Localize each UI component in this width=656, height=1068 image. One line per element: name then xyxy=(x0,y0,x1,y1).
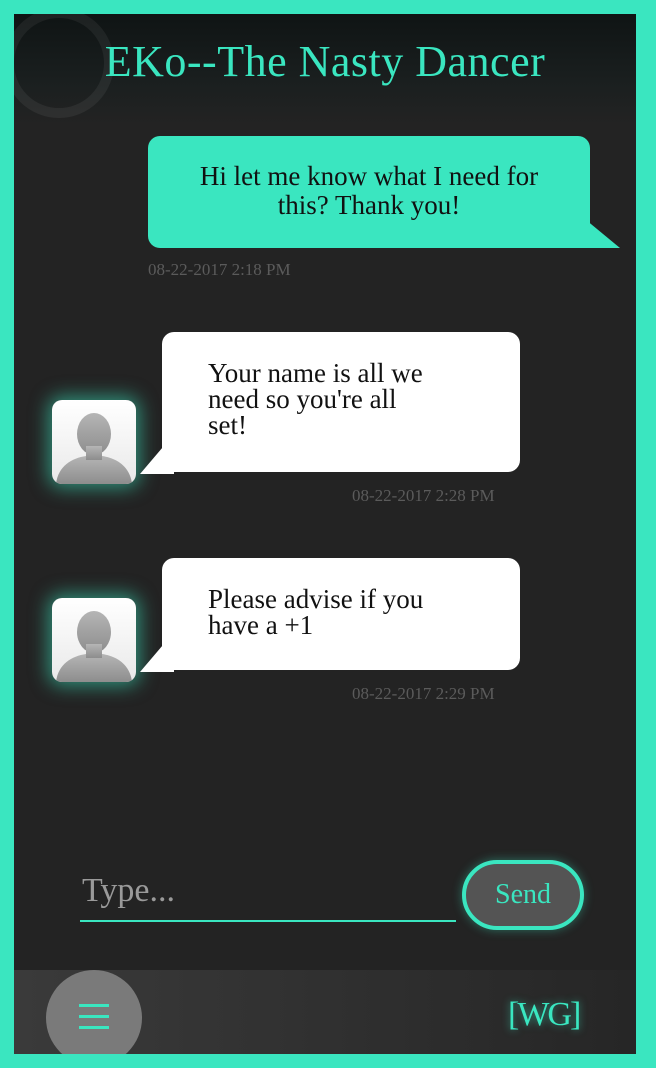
chat-screen: EKo--The Nasty Dancer Hi let me know wha… xyxy=(8,8,642,1060)
incoming-message-bubble: Please advise if you have a +1 xyxy=(162,558,520,670)
message-timestamp: 08-22-2017 2:18 PM xyxy=(148,260,291,279)
wg-logo: [WG] xyxy=(508,996,581,1033)
incoming-message-line: Your name is all we xyxy=(208,358,423,388)
message-input[interactable] xyxy=(80,862,456,922)
outgoing-message-text: Hi let me know what I need for this? Tha… xyxy=(199,161,539,220)
hamburger-menu-icon xyxy=(79,1004,109,1030)
incoming-message-line: need so you're all xyxy=(208,384,397,414)
user-silhouette-icon xyxy=(52,598,136,682)
incoming-message-line: set! xyxy=(208,410,247,440)
message-timestamp: 08-22-2017 2:28 PM xyxy=(352,486,495,505)
outgoing-message-bubble: Hi let me know what I need for this? Tha… xyxy=(148,136,590,248)
incoming-message-line: Please advise if you xyxy=(208,584,424,614)
message-timestamp: 08-22-2017 2:29 PM xyxy=(352,684,495,703)
user-silhouette-icon xyxy=(52,400,136,484)
menu-button[interactable] xyxy=(46,970,142,1054)
incoming-message-line: have a +1 xyxy=(208,610,314,640)
chat-header: EKo--The Nasty Dancer xyxy=(14,14,636,124)
chat-title: EKo--The Nasty Dancer xyxy=(104,37,546,86)
incoming-message-bubble: Your name is all we need so you're all s… xyxy=(162,332,520,472)
send-button[interactable]: Send xyxy=(462,860,584,930)
